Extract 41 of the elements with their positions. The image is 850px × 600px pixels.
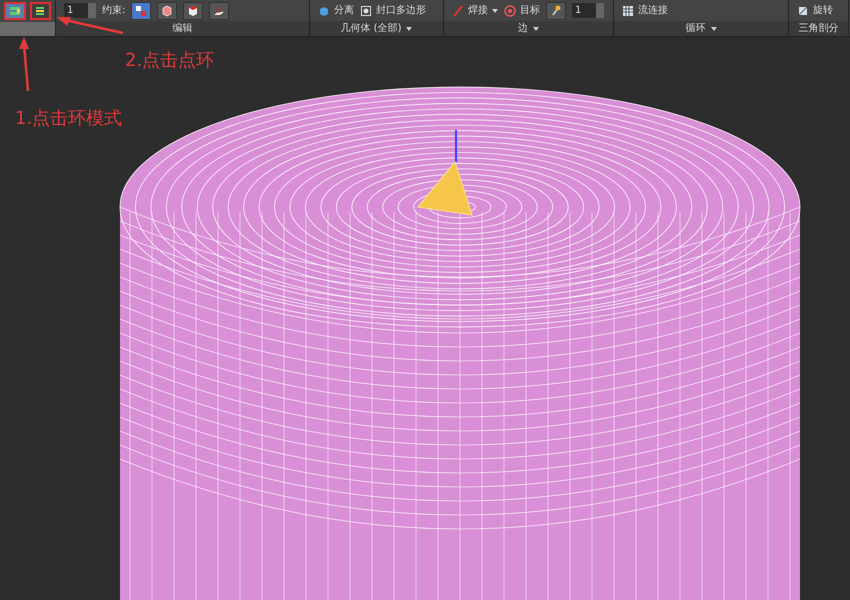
cap-icon bbox=[360, 4, 372, 16]
cube-icon bbox=[161, 4, 174, 16]
ring-mode-button[interactable] bbox=[4, 2, 26, 20]
caret-icon bbox=[492, 8, 498, 12]
toggle-button[interactable] bbox=[546, 2, 566, 20]
brush-icon bbox=[452, 4, 464, 16]
turn-icon bbox=[797, 4, 809, 16]
caret-icon bbox=[406, 26, 412, 30]
group-label[interactable]: 编辑 bbox=[56, 21, 309, 36]
detach-icon bbox=[318, 4, 330, 16]
normal-arrow-icon bbox=[213, 4, 226, 16]
ribbon-button[interactable]: 封口多边形 bbox=[360, 3, 426, 18]
toggle-button[interactable] bbox=[209, 2, 230, 20]
spinner-field[interactable]: 1 bbox=[64, 3, 88, 18]
dot-ring-button[interactable] bbox=[30, 2, 51, 20]
ring-mode-icon bbox=[8, 5, 21, 17]
spinner-field[interactable]: 1 bbox=[572, 3, 596, 18]
toggle-button[interactable] bbox=[157, 2, 178, 20]
target-icon bbox=[504, 4, 516, 16]
group-label[interactable]: 边 bbox=[444, 21, 613, 36]
ribbon-button[interactable]: 目标 bbox=[504, 3, 540, 18]
group-label[interactable]: 几何体 (全部) bbox=[310, 21, 443, 36]
ribbon-button[interactable]: 流连接 bbox=[622, 3, 668, 18]
caret-icon bbox=[533, 26, 539, 30]
ribbon-button[interactable]: 旋转 bbox=[797, 3, 833, 18]
constraint-none-icon bbox=[135, 4, 148, 16]
toggle-button[interactable] bbox=[183, 2, 204, 20]
annotation-arrow bbox=[55, 15, 125, 35]
caret-icon bbox=[710, 26, 716, 30]
ribbon-button[interactable]: 分离 bbox=[318, 3, 354, 18]
cube-face-icon bbox=[187, 4, 200, 16]
toggle-button[interactable] bbox=[131, 2, 152, 20]
transform-gizmo-icon bbox=[417, 130, 473, 216]
annotation-text: 2.点击点环 bbox=[125, 49, 214, 73]
constraint-label: 约束: bbox=[102, 4, 126, 18]
ribbon-button[interactable]: 焊接 bbox=[452, 3, 498, 18]
annotation-text: 1.点击环模式 bbox=[15, 107, 122, 131]
dot-ring-icon bbox=[34, 5, 46, 17]
grid-icon bbox=[622, 4, 634, 16]
group-label[interactable]: 循环 bbox=[614, 21, 788, 36]
group-label[interactable]: 三角剖分 bbox=[789, 21, 848, 36]
